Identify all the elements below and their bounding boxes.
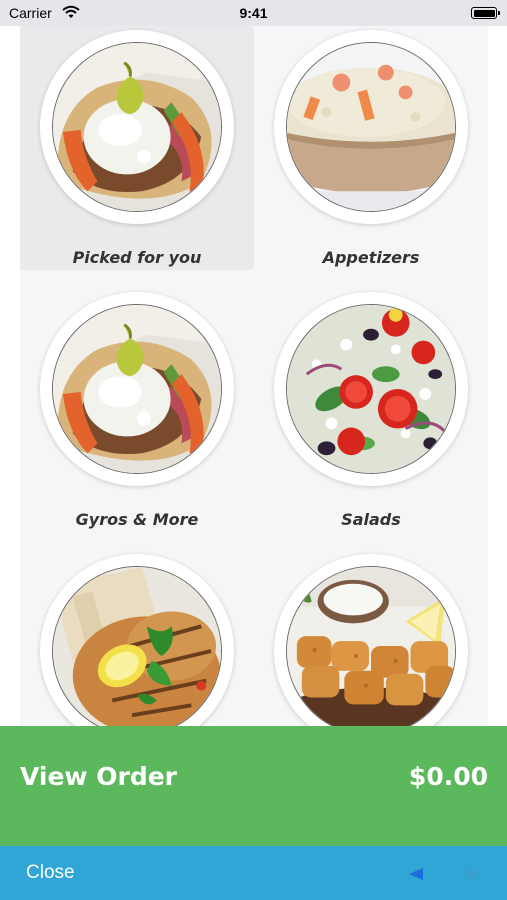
fried-bites-photo: [286, 566, 456, 736]
salad-photo: [286, 304, 456, 474]
category-tile-gyros-and-more[interactable]: Gyros & More: [20, 288, 254, 532]
category-label: Appetizers: [322, 248, 420, 267]
grilled-chicken-photo: [52, 566, 222, 736]
battery-icon: [471, 7, 500, 19]
bottom-toolbar: Close: [0, 846, 507, 900]
category-plate: [274, 554, 468, 748]
status-bar: Carrier 9:41: [0, 0, 507, 26]
view-order-label: View Order: [20, 762, 177, 791]
category-label: Salads: [341, 510, 401, 529]
close-button[interactable]: Close: [26, 862, 75, 884]
appetizer-photo: [286, 42, 456, 212]
category-plate: [40, 554, 234, 748]
order-total: $0.00: [408, 762, 488, 791]
category-tile-appetizers[interactable]: Appetizers: [254, 26, 488, 270]
clock: 9:41: [239, 5, 268, 21]
category-plate: [40, 30, 234, 224]
gyro-photo: [52, 304, 222, 474]
category-plate: [40, 292, 234, 486]
category-label: Gyros & More: [75, 510, 199, 529]
category-tile-picked-for-you[interactable]: Picked for you: [20, 26, 254, 270]
category-tile-salads[interactable]: Salads: [254, 288, 488, 532]
category-grid: Picked for you Appetizers Gyros & More S…: [20, 26, 488, 748]
category-plate: [274, 30, 468, 224]
back-arrow-icon[interactable]: [409, 867, 423, 880]
gyro-photo: [52, 42, 222, 212]
view-order-bar[interactable]: View Order $0.00: [0, 726, 507, 846]
category-plate: [274, 292, 468, 486]
category-label: Picked for you: [72, 248, 202, 267]
forward-arrow-icon[interactable]: [466, 867, 480, 880]
